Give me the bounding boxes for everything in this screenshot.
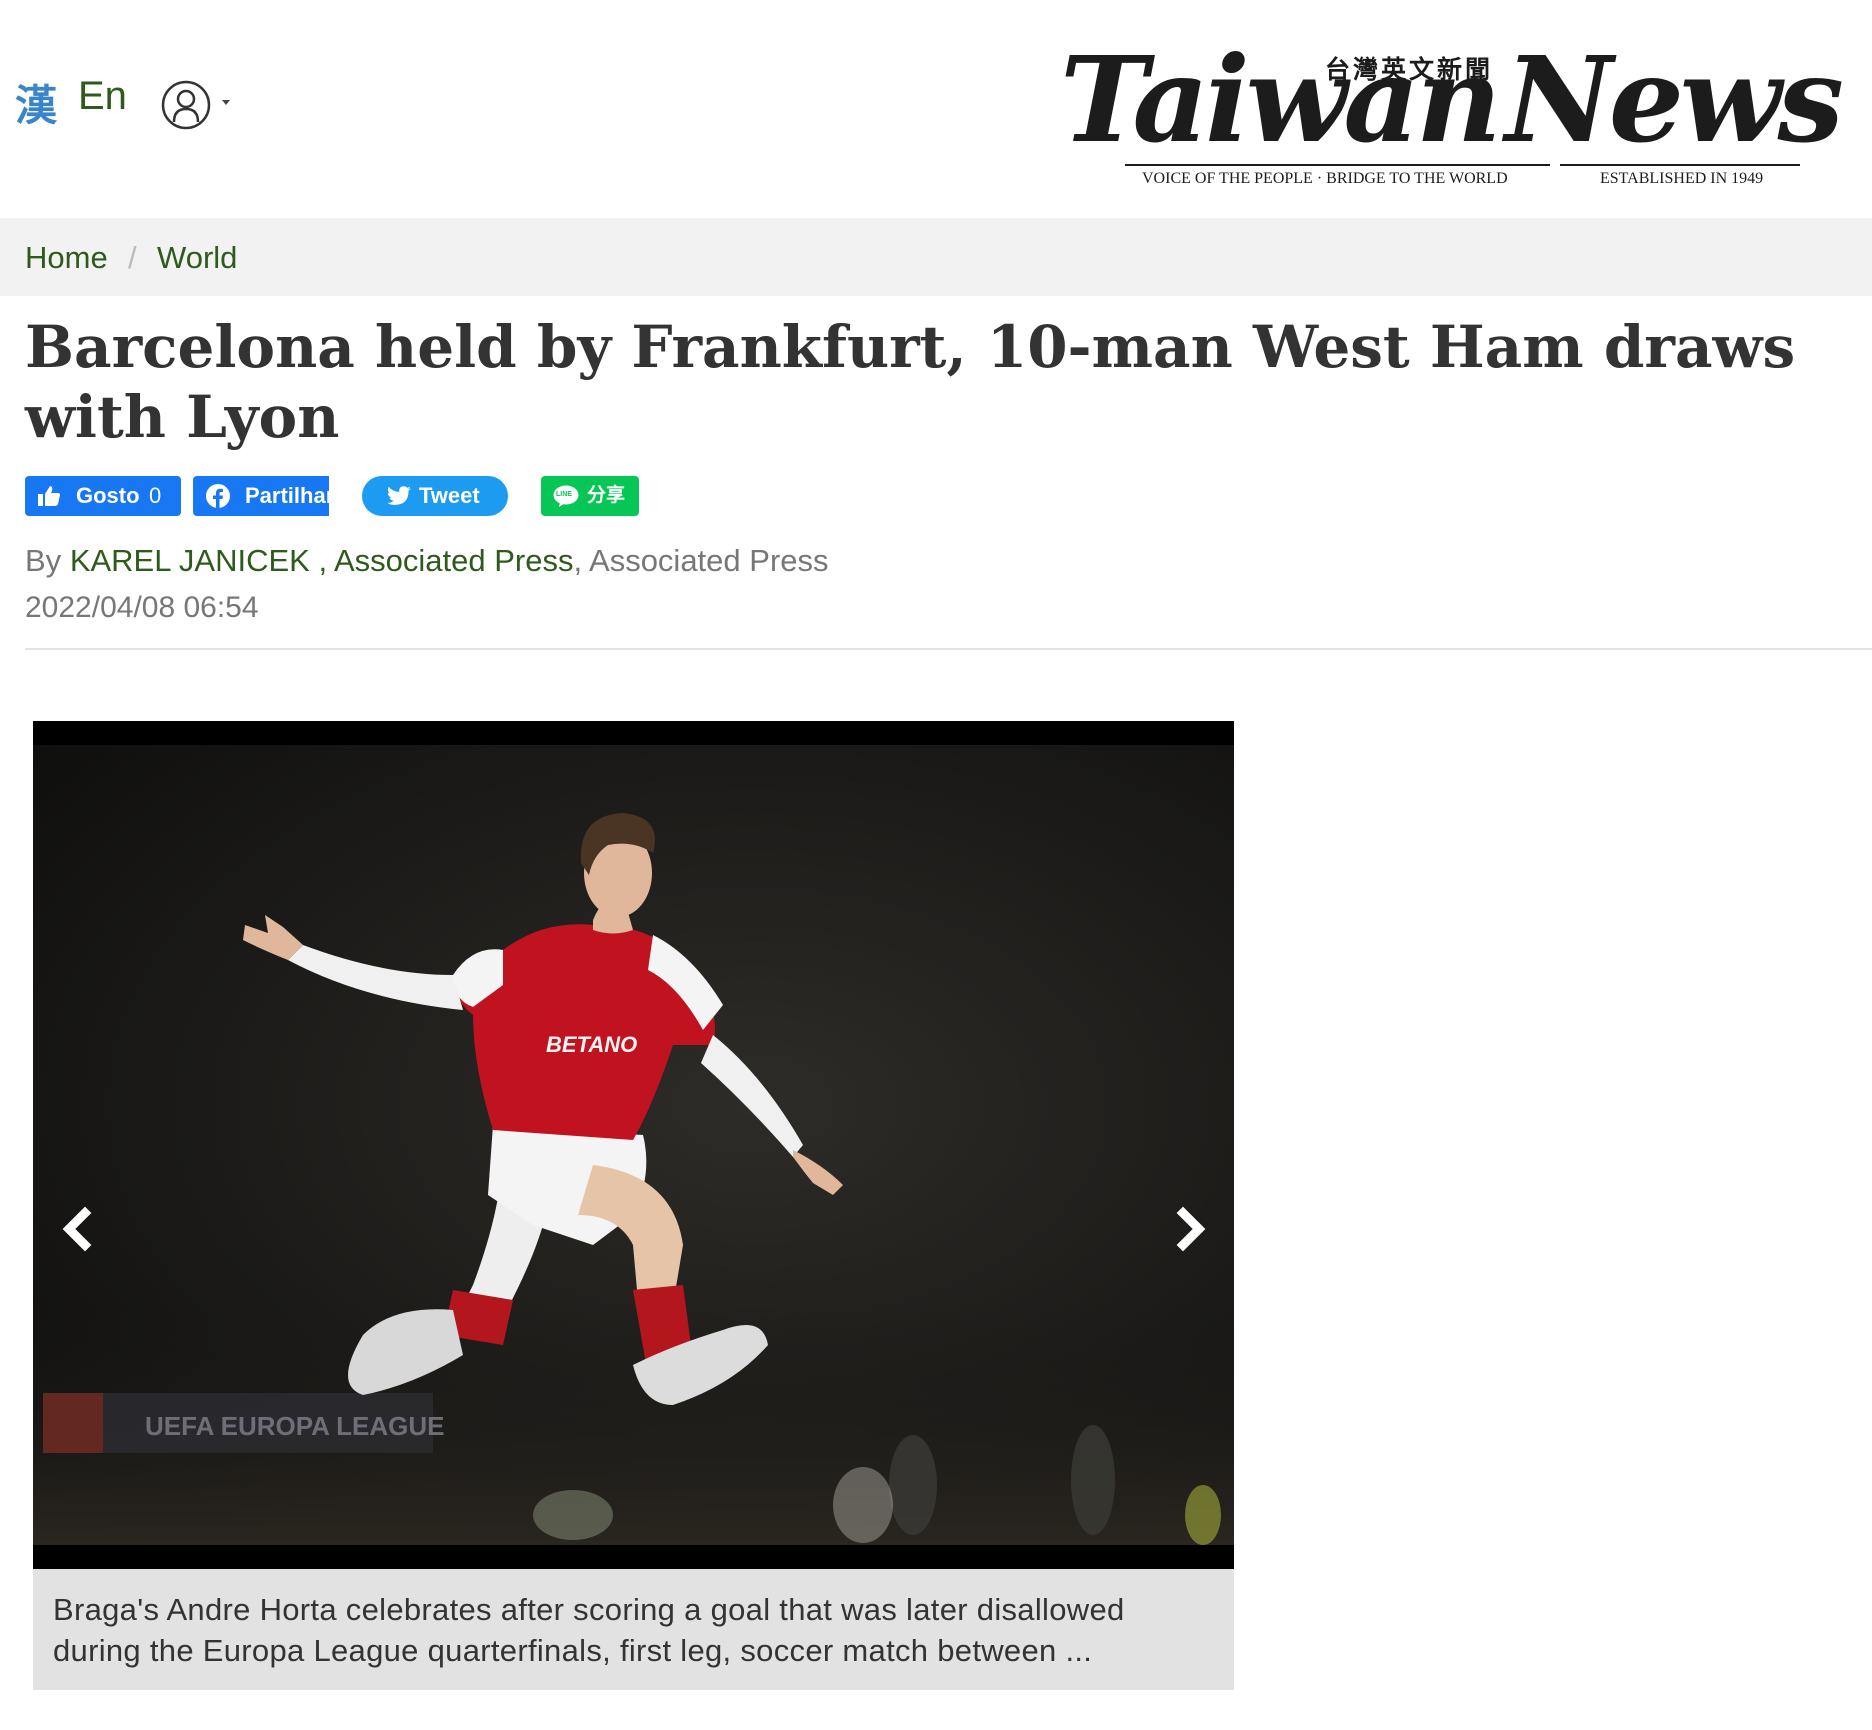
- tweet-button[interactable]: Tweet: [362, 476, 508, 516]
- author-separator: ,: [309, 543, 334, 578]
- site-logo[interactable]: Taiwan News 台灣英文新聞 VOICE OF THE PEOPLE ·…: [1060, 30, 1844, 200]
- article-byline: By KAREL JANICEK , Associated Press, Ass…: [25, 543, 829, 579]
- player-celebration-image: UEFA EUROPA LEAGUE BETANO: [33, 813, 1234, 1545]
- chevron-left-icon: [62, 1206, 92, 1252]
- line-badge-text: LINE: [556, 491, 572, 498]
- breadcrumb-separator: /: [128, 240, 137, 275]
- carousel-next-button[interactable]: [1163, 1189, 1219, 1269]
- tweet-label: Tweet: [419, 483, 480, 508]
- article-title: Barcelona held by Frankfurt, 10-man West…: [25, 313, 1796, 451]
- breadcrumb: Home / World: [0, 218, 1872, 296]
- like-count: 0: [149, 483, 162, 508]
- site-header: 漢 En Taiwan News 台灣英文新聞 VOICE OF THE PEO…: [0, 0, 1872, 218]
- photo-caption: Braga's Andre Horta celebrates after sco…: [33, 1569, 1234, 1690]
- logo-rule-right: [1560, 164, 1800, 166]
- twitter-bird-icon: [387, 486, 411, 505]
- like-label: Gosto: [76, 483, 140, 508]
- logo-tagline: VOICE OF THE PEOPLE · BRIDGE TO THE WORL…: [1142, 170, 1508, 187]
- line-share-button[interactable]: LINE 分享: [541, 476, 639, 516]
- stadium-board-text: UEFA EUROPA LEAGUE: [145, 1411, 445, 1441]
- facebook-icon: [206, 484, 230, 508]
- photo-carousel: UEFA EUROPA LEAGUE BETANO: [33, 721, 1234, 1569]
- facebook-like-button[interactable]: Gosto 0: [25, 476, 181, 516]
- user-icon: [161, 80, 211, 130]
- logo-word-news: News: [1505, 30, 1844, 169]
- jersey-sponsor-text: BETANO: [546, 1032, 637, 1057]
- share-label: Partilhar: [245, 483, 329, 508]
- line-share-label: 分享: [587, 485, 626, 506]
- caret-down-icon: [222, 100, 230, 105]
- logo-chinese-name: 台灣英文新聞: [1325, 55, 1494, 84]
- agency-text: , Associated Press: [573, 543, 829, 578]
- article-photo: UEFA EUROPA LEAGUE BETANO: [33, 745, 1234, 1545]
- article-divider: [25, 648, 1872, 650]
- agency-link[interactable]: Associated Press: [334, 543, 574, 578]
- breadcrumb-world-link[interactable]: World: [157, 240, 237, 276]
- breadcrumb-home-link[interactable]: Home: [25, 240, 108, 276]
- facebook-share-button[interactable]: Partilhar: [193, 476, 329, 516]
- byline-by: By: [25, 543, 62, 578]
- language-chinese-link[interactable]: 漢: [15, 72, 57, 133]
- logo-established: ESTABLISHED IN 1949: [1600, 170, 1764, 187]
- thumbs-up-icon: [38, 486, 60, 506]
- article-date: 2022/04/08 06:54: [25, 591, 259, 624]
- language-english-link[interactable]: En: [78, 74, 127, 119]
- chevron-right-icon: [1176, 1206, 1206, 1252]
- carousel-prev-button[interactable]: [49, 1189, 105, 1269]
- logo-rule-left: [1125, 164, 1550, 166]
- user-account-menu[interactable]: [160, 78, 236, 130]
- author-link[interactable]: KAREL JANICEK: [70, 543, 310, 578]
